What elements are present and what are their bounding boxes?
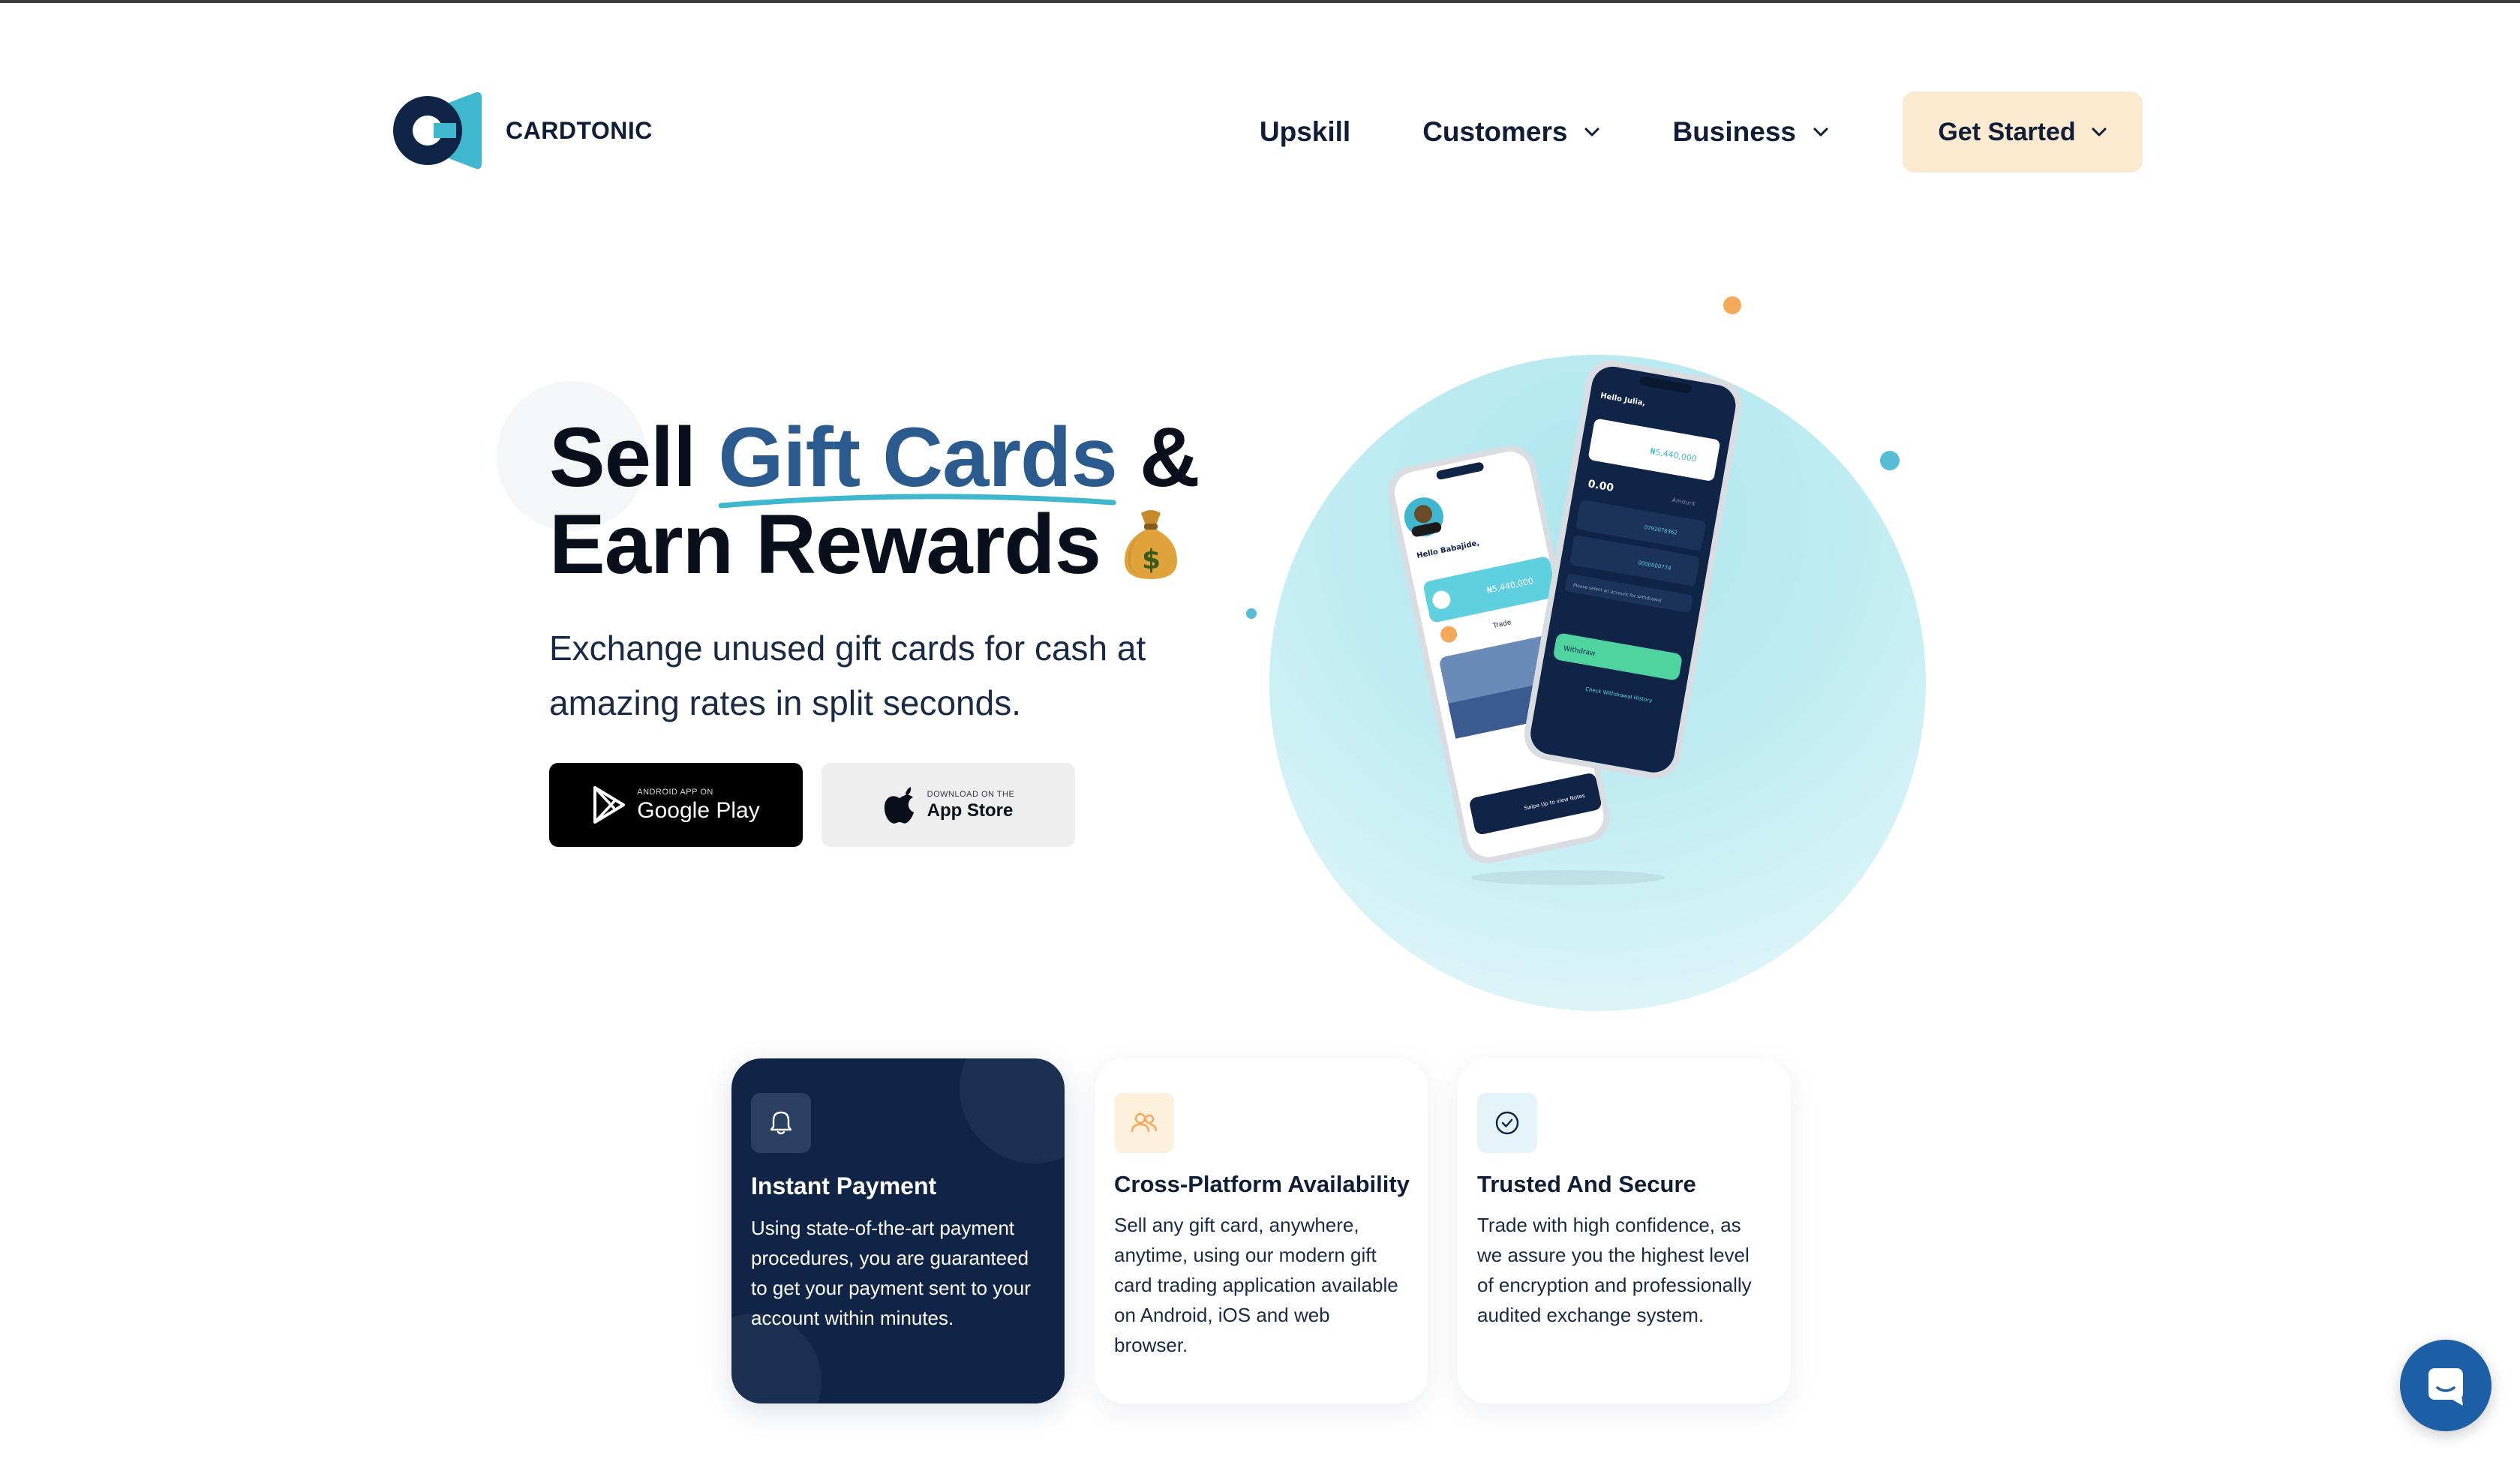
nav-item-label: Business [1672, 116, 1796, 147]
top-border [0, 0, 2520, 3]
feature-card-text: Sell any gift card, anywhere, anytime, u… [1114, 1214, 1398, 1356]
hero-title-line2: Earn Rewards [549, 497, 1101, 591]
apple-icon [884, 787, 914, 824]
hero-subtitle: Exchange unused gift cards for cash at a… [549, 629, 1146, 722]
decorative-dot [1246, 608, 1257, 619]
site-header: CARDTONIC Upskill Customers Business Get… [390, 89, 2143, 179]
check-circle-icon [1495, 1111, 1519, 1135]
money-bag-icon: $ [1124, 510, 1177, 580]
feature-card-trusted-secure: Trusted And Secure Trade with high confi… [1458, 1058, 1791, 1403]
chat-icon [2428, 1368, 2463, 1406]
decorative-dot [1880, 451, 1900, 470]
feature-card-instant-payment: Instant Payment Using state-of-the-art p… [731, 1058, 1065, 1403]
svg-text:$: $ [1142, 545, 1160, 575]
nav-item-business[interactable]: Business [1672, 116, 1829, 148]
chat-widget-button[interactable] [2400, 1340, 2491, 1431]
feature-card-cross-platform: Cross-Platform Availability Sell any gif… [1095, 1058, 1428, 1403]
brand-logo[interactable]: CARDTONIC [390, 90, 653, 171]
bell-icon [770, 1111, 792, 1135]
feature-card-text: Trade with high confidence, as we assure… [1477, 1214, 1752, 1326]
hero-title-highlight-text: Gift Cards [718, 410, 1117, 504]
main-nav: Upskill Customers Business Get Started [1188, 92, 2143, 173]
google-play-small: ANDROID APP ON [637, 787, 713, 797]
google-play-label: Google Play [637, 797, 760, 823]
chevron-down-icon [1584, 128, 1599, 137]
google-play-icon [593, 786, 626, 824]
brand-name: CARDTONIC [506, 116, 653, 144]
nav-item-label: Upskill [1259, 116, 1351, 147]
hero-title: Sell Gift Cards & Earn Rewards $ [549, 414, 1224, 588]
get-started-button[interactable]: Get Started [1903, 92, 2143, 173]
feature-icon-box [1477, 1093, 1537, 1153]
cardtonic-logo-icon [393, 92, 482, 170]
highlight-underline [718, 494, 1117, 509]
hero-title-amp: & [1116, 410, 1200, 504]
feature-icon-box [751, 1093, 811, 1153]
nav-item-label: Customers [1422, 116, 1568, 147]
hero-title-highlight: Gift Cards [718, 414, 1118, 509]
nav-item-upskill[interactable]: Upskill [1260, 116, 1350, 148]
hero-title-prefix: Sell [549, 410, 719, 504]
google-play-button[interactable]: ANDROID APP ON Google Play [549, 763, 803, 847]
app-store-button[interactable]: DOWNLOAD ON THE App Store [821, 763, 1075, 847]
feature-card-text: Using state-of-the-art payment procedure… [751, 1217, 1031, 1329]
feature-card-title: Trusted And Secure [1477, 1171, 1696, 1197]
feature-icon-box [1114, 1093, 1174, 1153]
app-phone-mockup: Hello Babajide, ₦5,440,000 Trade Swipe U… [1388, 360, 1742, 885]
app-store-small: DOWNLOAD ON THE [927, 789, 1015, 799]
nav-item-customers[interactable]: Customers [1422, 116, 1600, 148]
decorative-dot [1723, 296, 1741, 314]
app-store-label: App Store [927, 800, 1014, 821]
users-icon [1131, 1112, 1158, 1133]
card-decoration [960, 1058, 1065, 1163]
feature-card-title: Instant Payment [751, 1172, 937, 1199]
feature-card-title: Cross-Platform Availability [1114, 1171, 1410, 1197]
chevron-down-icon [2092, 128, 2107, 137]
get-started-label: Get Started [1938, 117, 2076, 146]
chevron-down-icon [1813, 128, 1828, 137]
